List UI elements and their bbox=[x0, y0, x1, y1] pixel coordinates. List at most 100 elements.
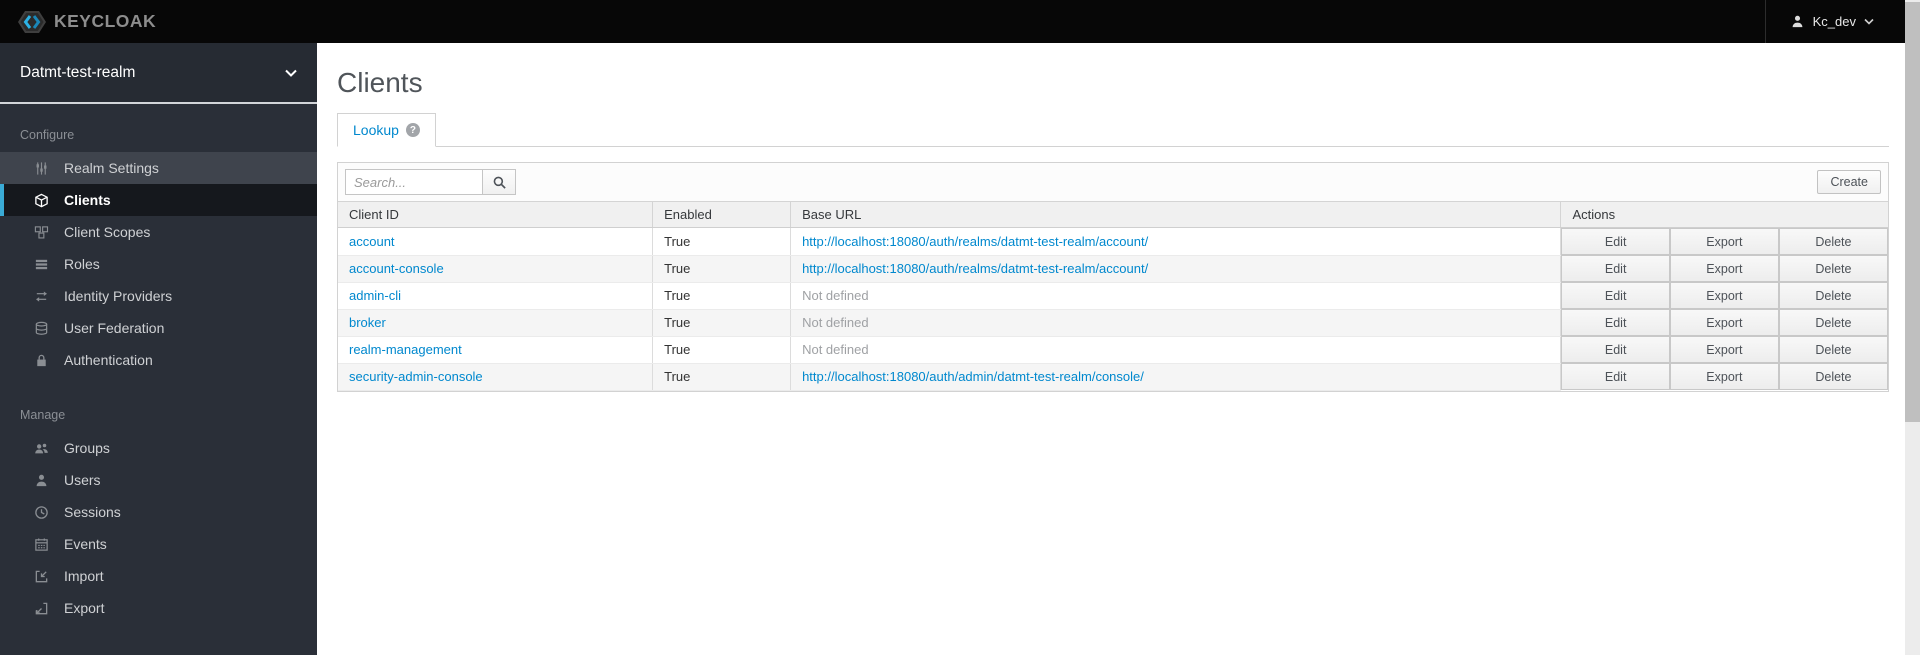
sidebar-item-realm-settings[interactable]: Realm Settings bbox=[0, 152, 317, 184]
base-url-link[interactable]: http://localhost:18080/auth/admin/datmt-… bbox=[802, 369, 1144, 384]
sidebar-item-roles[interactable]: Roles bbox=[0, 248, 317, 280]
search-button[interactable] bbox=[483, 169, 516, 195]
user-name: Kc_dev bbox=[1812, 14, 1856, 29]
client-id-cell: security-admin-console bbox=[338, 363, 654, 391]
delete-button[interactable]: Delete bbox=[1778, 309, 1888, 336]
edit-button[interactable]: Edit bbox=[1561, 282, 1670, 309]
export-button[interactable]: Export bbox=[1669, 363, 1779, 390]
delete-cell: Delete bbox=[1778, 309, 1888, 336]
enabled-cell: True bbox=[652, 227, 792, 256]
delete-button[interactable]: Delete bbox=[1778, 255, 1888, 282]
edit-cell: Edit bbox=[1561, 228, 1670, 255]
edit-button[interactable]: Edit bbox=[1561, 363, 1670, 390]
client-id-cell: admin-cli bbox=[338, 282, 654, 310]
topbar: KEYCLOAK Kc_dev bbox=[0, 0, 1920, 43]
table-header-row: Client ID Enabled Base URL Actions bbox=[338, 202, 1888, 228]
sidebar-item-label: Realm Settings bbox=[64, 160, 159, 176]
sidebar-item-sessions[interactable]: Sessions bbox=[0, 496, 317, 528]
delete-button[interactable]: Delete bbox=[1778, 363, 1888, 390]
sidebar-item-label: Events bbox=[64, 536, 107, 552]
export-cell: Export bbox=[1669, 309, 1779, 336]
help-icon[interactable]: ? bbox=[405, 123, 420, 137]
client-link[interactable]: realm-management bbox=[349, 342, 462, 357]
user-icon bbox=[33, 473, 50, 488]
base-url-cell: Not defined bbox=[790, 309, 1562, 337]
sidebar-item-events[interactable]: Events bbox=[0, 528, 317, 560]
sidebar-item-users[interactable]: Users bbox=[0, 464, 317, 496]
export-button[interactable]: Export bbox=[1669, 309, 1779, 336]
search-icon bbox=[492, 175, 507, 190]
vertical-scrollbar[interactable] bbox=[1905, 0, 1920, 655]
export-cell: Export bbox=[1669, 255, 1779, 282]
section-label-manage: Manage bbox=[20, 408, 66, 422]
realm-caret-icon bbox=[285, 69, 297, 77]
realm-selector[interactable]: Datmt-test-realm bbox=[0, 43, 317, 104]
delete-button[interactable]: Delete bbox=[1778, 228, 1888, 255]
calendar-icon bbox=[33, 537, 50, 552]
delete-cell: Delete bbox=[1778, 336, 1888, 363]
edit-cell: Edit bbox=[1560, 363, 1670, 390]
group-icon bbox=[33, 441, 50, 456]
sidebar-item-label: Roles bbox=[64, 256, 100, 272]
sidebar-item-export[interactable]: Export bbox=[0, 592, 317, 624]
user-menu[interactable]: Kc_dev bbox=[1764, 0, 1920, 43]
header-client-id: Client ID bbox=[338, 202, 654, 228]
search-input[interactable] bbox=[345, 169, 483, 195]
client-link[interactable]: account bbox=[349, 234, 395, 249]
edit-button[interactable]: Edit bbox=[1561, 336, 1670, 363]
create-button[interactable]: Create bbox=[1817, 170, 1881, 194]
delete-cell: Delete bbox=[1778, 282, 1888, 309]
clients-table-container: Create Client ID Enabled Base URL Action… bbox=[337, 162, 1889, 392]
edit-button[interactable]: Edit bbox=[1561, 255, 1670, 282]
edit-cell: Edit bbox=[1560, 309, 1670, 336]
delete-button[interactable]: Delete bbox=[1778, 336, 1888, 363]
table-toolbar: Create bbox=[338, 163, 1888, 202]
edit-button[interactable]: Edit bbox=[1561, 309, 1670, 336]
client-id-cell: broker bbox=[338, 309, 654, 337]
sidebar-item-label: Sessions bbox=[64, 504, 121, 520]
base-url-cell: http://localhost:18080/auth/realms/datmt… bbox=[790, 255, 1562, 283]
scrollbar-thumb[interactable] bbox=[1905, 2, 1920, 422]
sidebar-item-label: Client Scopes bbox=[64, 224, 151, 240]
table-row: account True http://localhost:18080/auth… bbox=[338, 227, 1888, 256]
base-url-link[interactable]: http://localhost:18080/auth/realms/datmt… bbox=[802, 261, 1148, 276]
sidebar-item-identity-providers[interactable]: Identity Providers bbox=[0, 280, 317, 312]
edit-button[interactable]: Edit bbox=[1561, 228, 1670, 255]
export-button[interactable]: Export bbox=[1669, 282, 1779, 309]
client-id-cell: realm-management bbox=[338, 336, 654, 364]
sliders-icon bbox=[33, 161, 50, 176]
client-link[interactable]: admin-cli bbox=[349, 288, 401, 303]
base-url-link[interactable]: http://localhost:18080/auth/realms/datmt… bbox=[802, 234, 1148, 249]
user-icon bbox=[1790, 14, 1805, 29]
export-button[interactable]: Export bbox=[1669, 336, 1779, 363]
sidebar-item-label: Users bbox=[64, 472, 101, 488]
export-cell: Export bbox=[1669, 228, 1779, 255]
export-button[interactable]: Export bbox=[1669, 228, 1779, 255]
sidebar-item-label: Authentication bbox=[64, 352, 153, 368]
client-link[interactable]: broker bbox=[349, 315, 386, 330]
sidebar-nav: Configure Realm Settings Clients Client … bbox=[0, 104, 317, 624]
sidebar-item-import[interactable]: Import bbox=[0, 560, 317, 592]
realm-name: Datmt-test-realm bbox=[20, 63, 136, 81]
lock-icon bbox=[33, 353, 50, 368]
edit-cell: Edit bbox=[1561, 282, 1670, 309]
base-url-cell: http://localhost:18080/auth/realms/datmt… bbox=[790, 227, 1562, 256]
sidebar-item-groups[interactable]: Groups bbox=[0, 432, 317, 464]
main-content: Clients Lookup ? Search... Create Client… bbox=[317, 43, 1920, 655]
sidebar-item-user-federation[interactable]: User Federation bbox=[0, 312, 317, 344]
clock-icon bbox=[33, 505, 50, 520]
sidebar-item-authentication[interactable]: Authentication bbox=[0, 344, 317, 376]
enabled-cell: True bbox=[652, 309, 792, 337]
client-link[interactable]: security-admin-console bbox=[349, 369, 483, 384]
cube-icon bbox=[33, 193, 50, 208]
delete-cell: Delete bbox=[1778, 228, 1888, 255]
export-cell: Export bbox=[1669, 363, 1779, 390]
sidebar-item-clients[interactable]: Clients bbox=[0, 184, 317, 216]
client-link[interactable]: account-console bbox=[349, 261, 444, 276]
export-button[interactable]: Export bbox=[1669, 255, 1779, 282]
delete-button[interactable]: Delete bbox=[1778, 282, 1888, 309]
enabled-cell: True bbox=[652, 336, 792, 364]
sidebar-item-client-scopes[interactable]: Client Scopes bbox=[0, 216, 317, 248]
cubes-icon bbox=[33, 225, 50, 240]
tab-lookup[interactable]: Lookup ? bbox=[337, 113, 436, 147]
